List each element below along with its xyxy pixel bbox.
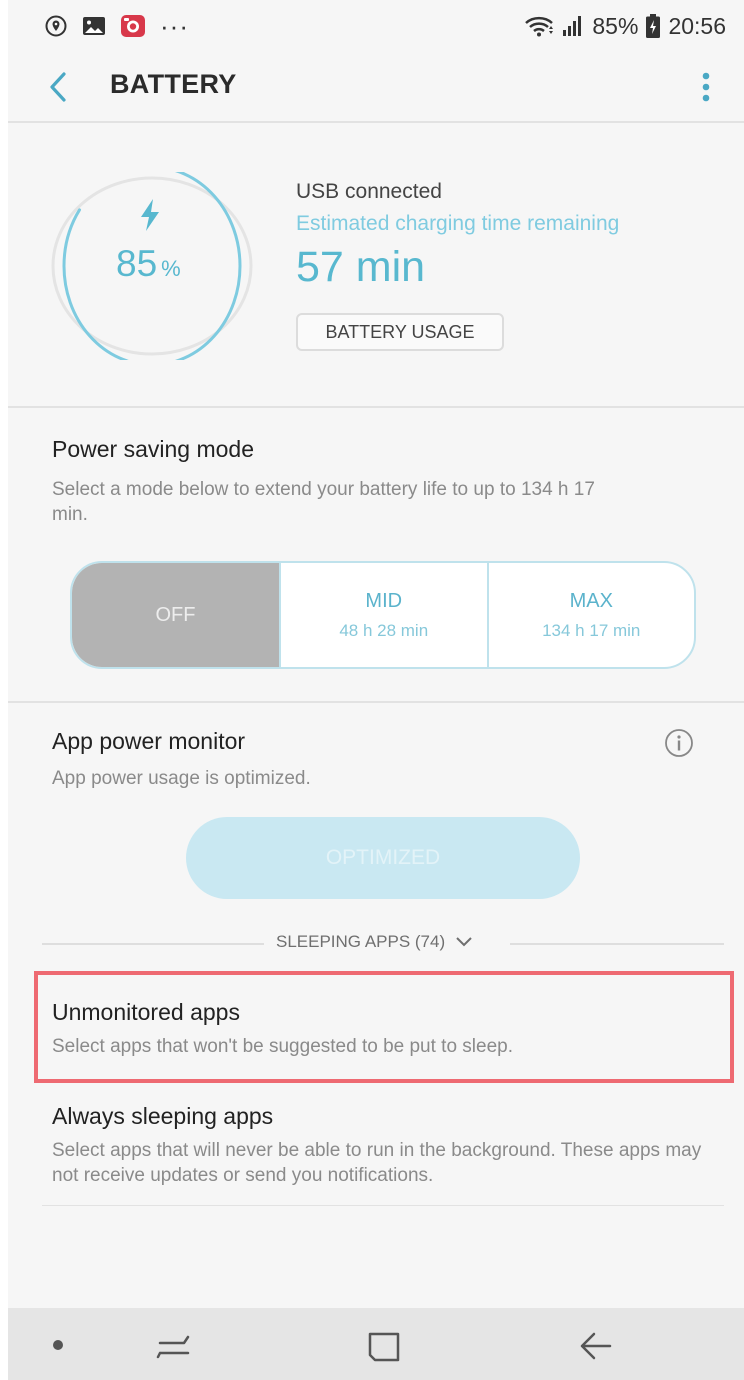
page-title: BATTERY bbox=[110, 69, 237, 99]
mode-name: OFF bbox=[155, 603, 196, 626]
sleeping-apps-label: SLEEPING APPS (74) bbox=[276, 932, 446, 951]
mode-time: 48 h 28 min bbox=[339, 620, 429, 640]
app-power-monitor-description: App power usage is optimized. bbox=[52, 768, 311, 789]
status-bar: ··· 85% 20:56 bbox=[8, 0, 744, 52]
app-power-monitor-title: App power monitor bbox=[52, 728, 246, 754]
battery-level: 85% bbox=[116, 243, 181, 285]
item-description: Select apps that won't be suggested to b… bbox=[52, 1036, 514, 1057]
item-description: Select apps that will never be able to r… bbox=[52, 1140, 702, 1186]
back-icon bbox=[580, 1332, 612, 1360]
camera-app-icon bbox=[121, 15, 145, 37]
image-icon bbox=[83, 17, 105, 35]
home-icon bbox=[368, 1332, 400, 1362]
sleeping-apps-divider-right bbox=[510, 943, 724, 945]
list-divider bbox=[42, 1205, 724, 1206]
navigation-bar bbox=[8, 1308, 744, 1380]
charging-bolt-icon bbox=[141, 199, 159, 231]
status-bar-system: 85% 20:56 bbox=[524, 13, 726, 40]
section-divider bbox=[8, 701, 744, 703]
mode-time: 134 h 17 min bbox=[542, 620, 641, 640]
info-button[interactable] bbox=[664, 728, 694, 758]
app-bar: BATTERY bbox=[8, 52, 744, 122]
nav-dot-button[interactable] bbox=[52, 1338, 64, 1356]
mode-name: MID bbox=[365, 589, 403, 612]
wifi-icon bbox=[525, 16, 554, 37]
more-notifications-icon: ··· bbox=[160, 10, 189, 41]
overflow-menu-icon bbox=[702, 72, 710, 102]
sleeping-apps-divider-left bbox=[42, 943, 264, 945]
status-time: 20:56 bbox=[668, 12, 726, 39]
battery-level-value: 85 bbox=[116, 243, 158, 284]
signal-icon bbox=[563, 16, 582, 36]
mode-off-button[interactable]: OFF bbox=[72, 563, 279, 667]
battery-charging-icon bbox=[646, 14, 661, 38]
home-button[interactable] bbox=[367, 1330, 401, 1369]
battery-screen: ··· 85% 20:56 BATTERY 85 % USB connected… bbox=[8, 0, 744, 1380]
back-button[interactable] bbox=[42, 68, 78, 106]
time-remaining: 57 min bbox=[296, 243, 426, 291]
estimate-label: Estimated charging time remaining bbox=[296, 212, 620, 235]
sleeping-apps-toggle[interactable]: SLEEPING APPS (74) bbox=[276, 932, 473, 952]
power-saving-title: Power saving mode bbox=[52, 436, 254, 462]
item-title: Unmonitored apps bbox=[52, 999, 240, 1025]
battery-level-unit: % bbox=[161, 256, 181, 281]
dot-icon bbox=[53, 1340, 63, 1350]
item-title: Always sleeping apps bbox=[52, 1103, 274, 1129]
mode-mid-button[interactable]: MID 48 h 28 min bbox=[279, 563, 487, 667]
optimized-button[interactable]: OPTIMIZED bbox=[186, 817, 580, 899]
back-arrow-icon bbox=[50, 72, 66, 102]
more-options-button[interactable] bbox=[694, 68, 718, 106]
always-sleeping-apps-item[interactable]: Always sleeping apps Select apps that wi… bbox=[34, 1103, 724, 1188]
recent-apps-icon bbox=[156, 1335, 190, 1359]
status-battery-percent: 85% bbox=[592, 12, 639, 39]
unmonitored-apps-item[interactable]: Unmonitored apps Select apps that won't … bbox=[34, 999, 732, 1059]
section-divider bbox=[8, 406, 744, 408]
location-icon bbox=[45, 15, 67, 37]
battery-usage-button[interactable]: BATTERY USAGE bbox=[296, 313, 504, 351]
power-mode-selector: OFF MID 48 h 28 min MAX 134 h 17 min bbox=[70, 561, 696, 669]
back-nav-button[interactable] bbox=[578, 1330, 614, 1367]
mode-name: MAX bbox=[569, 589, 613, 612]
header-divider bbox=[8, 121, 744, 123]
mode-max-button[interactable]: MAX 134 h 17 min bbox=[486, 563, 695, 667]
power-saving-description: Select a mode below to extend your batte… bbox=[52, 479, 595, 525]
info-icon bbox=[665, 729, 693, 757]
status-bar-notifications: ··· bbox=[44, 11, 189, 42]
recent-apps-button[interactable] bbox=[156, 1330, 192, 1367]
chevron-down-icon bbox=[456, 937, 472, 947]
connection-status: USB connected bbox=[296, 180, 442, 203]
